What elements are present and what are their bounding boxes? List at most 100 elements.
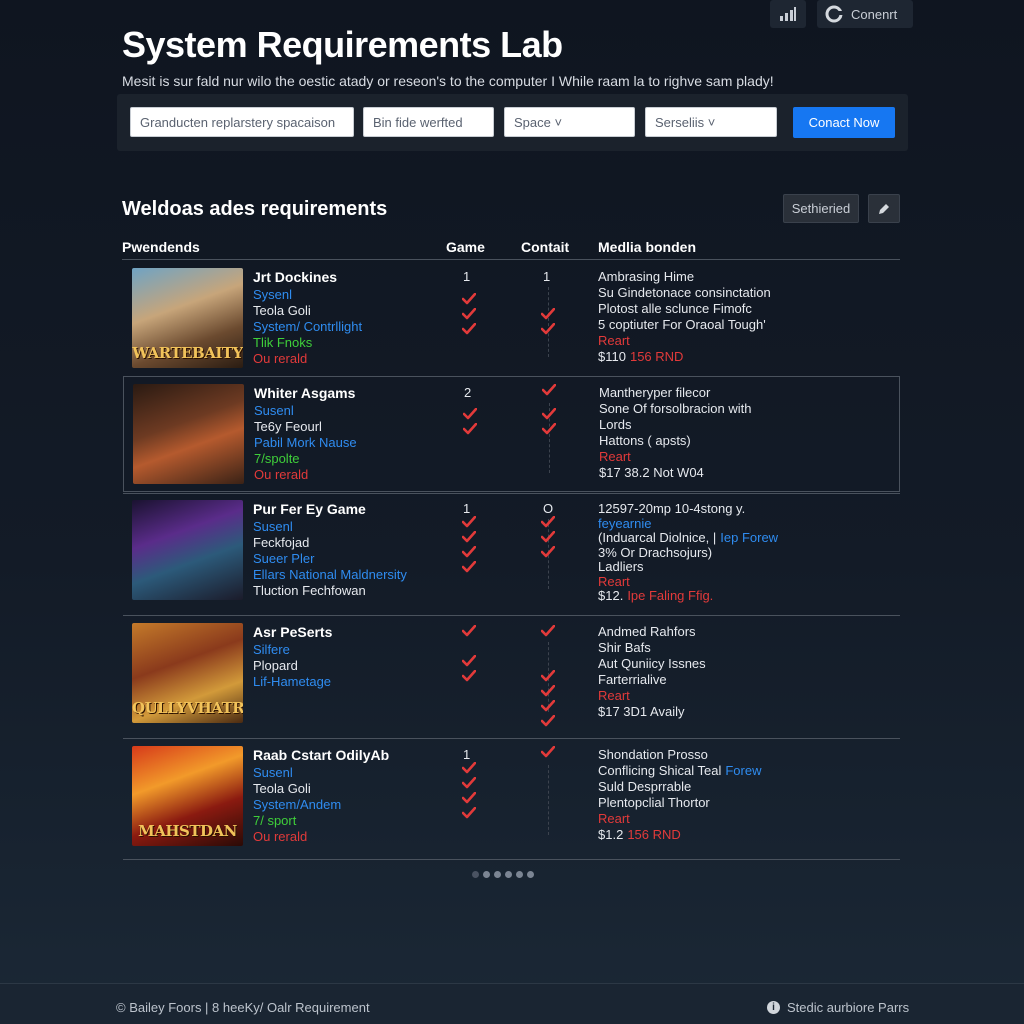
media-line: Reart: [599, 449, 631, 464]
media-line: $17 38.2 Not W04: [599, 465, 704, 480]
column-header-pwendends[interactable]: Pwendends: [122, 239, 200, 255]
game-title[interactable]: Raab Cstart OdilyAb: [253, 747, 389, 763]
dropdown-caret-icon: ˅: [554, 115, 563, 130]
page-dot[interactable]: [516, 871, 523, 878]
footer: © Bailey Foors | 8 heeKy/ Oalr Requireme…: [0, 983, 1024, 1024]
media-line: Su Gindetonace consinctation: [598, 285, 771, 300]
game-logo: QULLYVHATRIRS: [132, 699, 243, 717]
media-line: Reart: [598, 688, 630, 703]
signal-bars-button[interactable]: [770, 0, 806, 28]
page-dot[interactable]: [494, 871, 501, 878]
media-line: (Induarcal Diolnice, | Iep Forew: [598, 530, 778, 545]
check-icon: [461, 624, 477, 637]
page-dot[interactable]: [527, 871, 534, 878]
game-spec-line[interactable]: Susenl: [254, 403, 294, 418]
media-line-text: Reart: [599, 449, 631, 464]
media-line: 5 coptiuter For Oraoal Tough': [598, 317, 766, 332]
settings-button[interactable]: Sethieried: [783, 194, 859, 223]
check-icon: [461, 560, 477, 573]
game-spec-line[interactable]: Silfere: [253, 642, 290, 657]
series-select-value: Serseliis: [655, 115, 705, 130]
table-row[interactable]: Whiter Asgams Susenl Te6y Feourl Pabil Mork…: [123, 376, 900, 492]
edit-button[interactable]: [868, 194, 900, 223]
game-spec-line[interactable]: System/Andem: [253, 797, 341, 812]
page-dot[interactable]: [483, 871, 490, 878]
check-icon: [540, 714, 556, 727]
media-line: Hattons ( apsts): [599, 433, 691, 448]
media-line-extra: Ipe Faling Ffig.: [627, 588, 714, 603]
media-line-text: Reart: [598, 811, 630, 826]
check-icon: [540, 745, 556, 758]
game-title[interactable]: Pur Fer Ey Game: [253, 501, 366, 517]
info-icon: i: [767, 1001, 780, 1014]
find-field[interactable]: Bin fide werfted: [363, 107, 494, 137]
media-line-text: $110: [598, 349, 626, 364]
contait-count: O: [543, 501, 554, 516]
media-line-text: 12597-20mp 10-4stong y.: [598, 501, 746, 516]
check-icon: [461, 776, 477, 789]
column-header-media[interactable]: Medlia bonden: [598, 239, 696, 255]
game-cover-image[interactable]: MAHSTDAN: [132, 746, 243, 846]
check-icon: [541, 422, 557, 435]
game-title[interactable]: Asr PeSerts: [253, 624, 332, 640]
space-select[interactable]: Space ˅: [504, 107, 635, 137]
check-icon: [540, 624, 556, 637]
connect-button[interactable]: Conenrt: [817, 0, 913, 28]
media-line-text: feyearnie: [598, 515, 652, 531]
column-header-game[interactable]: Game: [446, 239, 485, 255]
pencil-icon: [879, 203, 889, 214]
column-header-contait[interactable]: Contait: [521, 239, 569, 255]
space-select-value: Space: [514, 115, 551, 130]
table-row[interactable]: Pur Fer Ey Game Susenl Feckfojad Sueer Pler…: [123, 493, 900, 614]
page-subtitle: Mesit is sur fald nur wilo the oestic at…: [122, 73, 774, 89]
column-guide: [548, 765, 549, 835]
game-cover-image[interactable]: WARTEBAITY: [132, 268, 243, 368]
check-icon: [461, 530, 477, 543]
series-select[interactable]: Serseliis ˅: [645, 107, 777, 137]
page-dot[interactable]: [505, 871, 512, 878]
media-line: Sone Of forsolbracion with: [599, 401, 751, 416]
table-row[interactable]: MAHSTDAN Raab Cstart OdilyAb Susenl Teola G…: [123, 739, 900, 858]
check-icon: [540, 515, 556, 528]
check-icon: [461, 545, 477, 558]
media-line-text: Mantheryper filecor: [599, 385, 711, 400]
media-line: Conflicing Shical Teal Forew: [598, 763, 761, 778]
game-cover-image[interactable]: [133, 384, 244, 484]
media-line: Reart: [598, 574, 630, 589]
check-icon: [540, 322, 556, 335]
game-cover-image[interactable]: [132, 500, 243, 600]
requirements-search-field[interactable]: Granducten replarstery spacaison: [130, 107, 354, 137]
table-row[interactable]: QULLYVHATRIRS Asr PeSerts SilferePlopardLi…: [123, 616, 900, 737]
media-line: 3% Or Drachsojurs): [598, 545, 712, 560]
media-line: Ambrasing Hime: [598, 269, 694, 284]
game-title[interactable]: Whiter Asgams: [254, 385, 355, 401]
check-icon: [540, 699, 556, 712]
page-dot[interactable]: [472, 871, 479, 878]
game-logo: MAHSTDAN: [138, 822, 237, 840]
media-line: Plentopclial Thortor: [598, 795, 710, 810]
game-title[interactable]: Jrt Dockines: [253, 269, 337, 285]
game-spec-line[interactable]: Sueer Pler: [253, 551, 314, 566]
game-spec-line[interactable]: Susenl: [253, 765, 293, 780]
check-icon: [461, 307, 477, 320]
media-line-extra[interactable]: Forew: [725, 763, 761, 778]
game-spec-line[interactable]: Sysenl: [253, 287, 292, 302]
game-spec-line[interactable]: Pabil Mork Nause: [254, 435, 357, 450]
media-line-text: $17 3D1 Availy: [598, 704, 685, 719]
game-spec-line[interactable]: Susenl: [253, 519, 293, 534]
media-line: Shir Bafs: [598, 640, 651, 655]
game-spec-line[interactable]: System/ Contrllight: [253, 319, 362, 334]
check-icon: [541, 407, 557, 420]
media-line-text: $1.2: [598, 827, 624, 842]
media-line: Andmed Rahfors: [598, 624, 696, 639]
game-cover-image[interactable]: QULLYVHATRIRS: [132, 623, 243, 723]
footer-info[interactable]: i Stedic aurbiore Parrs: [767, 1000, 909, 1015]
game-spec-line[interactable]: Ellars National Maldnersity: [253, 567, 407, 582]
media-line-extra[interactable]: Iep Forew: [720, 530, 778, 545]
media-line: Aut Quniicy Issnes: [598, 656, 706, 671]
contact-now-button[interactable]: Conact Now: [793, 107, 895, 138]
media-line: 12597-20mp 10-4stong y.: [598, 501, 745, 516]
table-row[interactable]: WARTEBAITY Jrt Dockines Sysenl Teola Goli Sy…: [123, 261, 900, 375]
game-spec-line[interactable]: Lif-Hametage: [253, 674, 331, 689]
game-spec-line: 7/spolte: [254, 451, 300, 466]
